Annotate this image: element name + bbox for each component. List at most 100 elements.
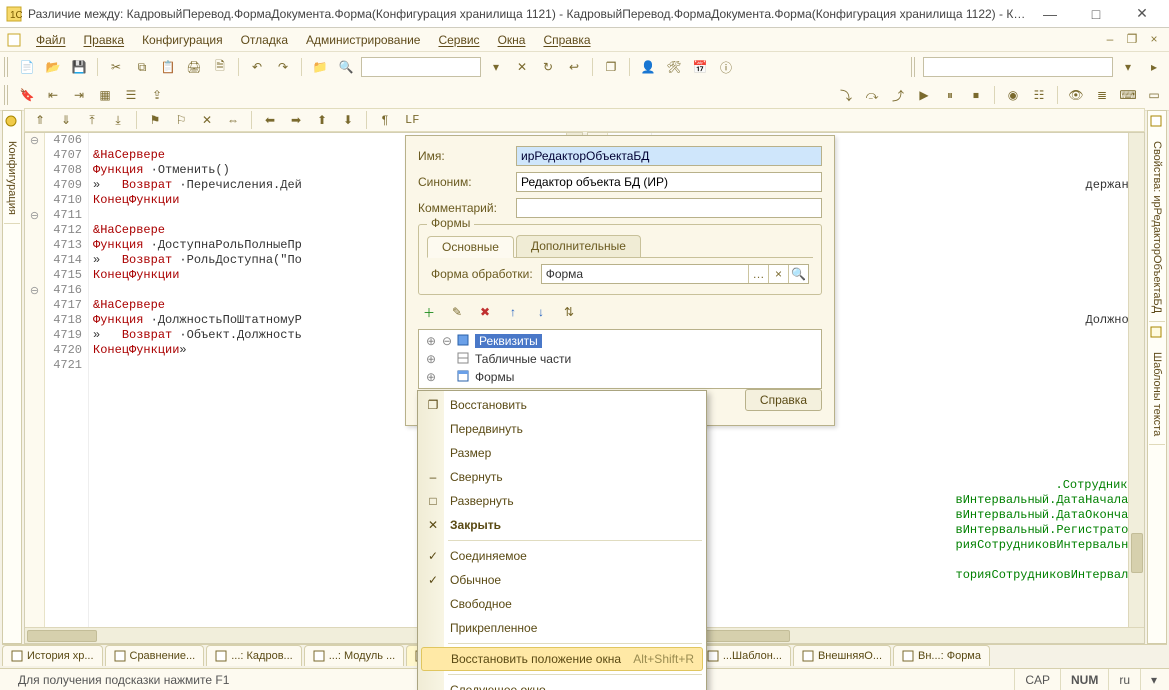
doc-tab[interactable]: ВнешняяО... <box>793 645 891 666</box>
window-minimize-button[interactable]: — <box>1027 0 1073 28</box>
refresh-icon[interactable]: ↻ <box>537 56 559 78</box>
undo-icon[interactable]: ↶ <box>246 56 268 78</box>
diff-prev-change-icon[interactable]: ⇑ <box>29 109 51 131</box>
run-icon[interactable]: ▶ <box>913 84 935 106</box>
ctx-item[interactable]: ✕Закрыть <box>420 513 704 537</box>
menu-file[interactable]: Файл <box>28 31 74 49</box>
add-item-icon[interactable]: ＋ <box>418 301 440 323</box>
doc-tab[interactable]: Вн...: Форма <box>893 645 990 666</box>
user-icon[interactable]: 👤 <box>637 56 659 78</box>
tree-icon[interactable]: ☰ <box>120 84 142 106</box>
flag-range-icon[interactable]: ⇔ <box>222 109 244 131</box>
redo-icon[interactable]: ↷ <box>272 56 294 78</box>
toolbar-grip-3[interactable] <box>4 85 10 105</box>
ctx-item[interactable]: ✓Соединяемое <box>420 544 704 568</box>
merge-right-icon[interactable]: ➡ <box>285 109 307 131</box>
comment-input[interactable] <box>516 198 822 218</box>
templates-vertical-tab[interactable]: Шаблоны текста <box>1149 344 1165 445</box>
tree-row-reqs[interactable]: ⊕⊖ Реквизиты <box>421 332 819 350</box>
breakpoint-icon[interactable]: ◉ <box>1002 84 1024 106</box>
menu-service[interactable]: Сервис <box>430 31 487 49</box>
structure-tree[interactable]: ⊕⊖ Реквизиты ⊕ Табличные части ⊕ Формы <box>418 329 822 389</box>
find-folder-icon[interactable]: 📁 <box>309 56 331 78</box>
doc-tab[interactable]: ...: Кадров... <box>206 645 301 666</box>
output-icon[interactable]: ▭ <box>1143 84 1165 106</box>
diff-last-icon[interactable]: ⤓ <box>107 109 129 131</box>
merge-up-icon[interactable]: ⬆ <box>311 109 333 131</box>
pause-icon[interactable]: ⏸ <box>939 84 961 106</box>
menu-windows[interactable]: Окна <box>490 31 534 49</box>
move-down-icon[interactable]: ↓ <box>530 301 552 323</box>
edit-item-icon[interactable]: ✎ <box>446 301 468 323</box>
name-input[interactable] <box>516 146 822 166</box>
flag-clear-icon[interactable]: ✕ <box>196 109 218 131</box>
ctx-item[interactable]: ❐Восстановить <box>420 393 704 417</box>
menu-debug[interactable]: Отладка <box>233 31 296 49</box>
open-icon[interactable]: 📂 <box>42 56 64 78</box>
watch-icon[interactable]: 👁 <box>1065 84 1087 106</box>
ctx-item[interactable]: Свободное <box>420 592 704 616</box>
combo-ellipsis-icon[interactable]: … <box>748 265 768 283</box>
search-icon[interactable]: 🔍 <box>335 56 357 78</box>
calendar-icon[interactable]: 📅 <box>689 56 711 78</box>
print-preview-icon[interactable]: 🗎 <box>209 56 231 78</box>
tab-main[interactable]: Основные <box>427 236 514 258</box>
goto-run-icon[interactable]: ▸ <box>1143 56 1165 78</box>
ctx-item[interactable]: ✓Обычное <box>420 568 704 592</box>
copy-icon[interactable]: ⧉ <box>131 56 153 78</box>
flag-end-icon[interactable]: ⚐ <box>170 109 192 131</box>
window-maximize-button[interactable]: □ <box>1073 0 1119 28</box>
save-icon[interactable]: 💾 <box>68 56 90 78</box>
right-vertical-scrollbar[interactable] <box>1128 133 1144 627</box>
mdi-minimize-icon[interactable]: – <box>1101 30 1119 48</box>
diff-first-icon[interactable]: ⤒ <box>81 109 103 131</box>
config-vertical-tab[interactable]: Конфигурация <box>4 133 20 224</box>
new-doc-icon[interactable]: 📄 <box>16 56 38 78</box>
doc-tab[interactable]: ...: Модуль ... <box>304 645 405 666</box>
stop-icon[interactable]: ⏹ <box>965 84 987 106</box>
whitespace-toggle-icon[interactable]: ¶ <box>374 109 396 131</box>
diff-next-change-icon[interactable]: ⇓ <box>55 109 77 131</box>
toolbar-grip[interactable] <box>4 57 10 77</box>
status-lang-dropdown-icon[interactable]: ▾ <box>1140 669 1161 690</box>
ctx-item[interactable]: Передвинуть <box>420 417 704 441</box>
move-up-icon[interactable]: ↑ <box>502 301 524 323</box>
tree-row-tabs[interactable]: ⊕ Табличные части <box>421 350 819 368</box>
properties-vertical-tab[interactable]: Свойства: ирРедакторОбъектаБД <box>1149 133 1165 322</box>
goto-dropdown-icon[interactable]: ▾ <box>1117 56 1139 78</box>
mdi-close-icon[interactable]: × <box>1145 30 1163 48</box>
menu-config[interactable]: Конфигурация <box>134 31 231 49</box>
doc-tab[interactable]: ...Шаблон... <box>698 645 791 666</box>
menu-help[interactable]: Справка <box>535 31 598 49</box>
search-input[interactable] <box>361 57 481 77</box>
goto-input[interactable] <box>923 57 1113 77</box>
delete-item-icon[interactable]: ✖ <box>474 301 496 323</box>
combo-clear-icon[interactable]: × <box>768 265 788 283</box>
breakpoints-list-icon[interactable]: ☷ <box>1028 84 1050 106</box>
tree-row-forms[interactable]: ⊕ Формы <box>421 368 819 386</box>
ctx-item[interactable]: Восстановить положение окнаAlt+Shift+R <box>421 647 703 671</box>
step-out-icon[interactable]: ⤴ <box>887 84 909 106</box>
step-over-icon[interactable]: ⤼ <box>861 84 883 106</box>
tools-icon[interactable]: 🛠 <box>663 56 685 78</box>
bookmark-next-icon[interactable]: ⇥ <box>68 84 90 106</box>
bookmark-set-icon[interactable]: 🔖 <box>16 84 38 106</box>
ctx-item[interactable]: Размер <box>420 441 704 465</box>
status-lang[interactable]: ru <box>1108 669 1140 690</box>
toolbar-grip-2[interactable] <box>911 57 917 77</box>
tab-extra[interactable]: Дополнительные <box>516 235 641 257</box>
merge-down-icon[interactable]: ⬇ <box>337 109 359 131</box>
synonym-input[interactable] <box>516 172 822 192</box>
step-into-icon[interactable]: ⤵ <box>835 84 857 106</box>
window-close-button[interactable]: ✕ <box>1119 0 1165 28</box>
sort-icon[interactable]: ⇅ <box>558 301 580 323</box>
bookmark-prev-icon[interactable]: ⇤ <box>42 84 64 106</box>
line-ending-indicator[interactable]: LF <box>400 109 424 131</box>
menu-edit[interactable]: Правка <box>76 31 133 49</box>
flag-start-icon[interactable]: ⚑ <box>144 109 166 131</box>
immediate-icon[interactable]: ⌨ <box>1117 84 1139 106</box>
mdi-restore-icon[interactable]: ❐ <box>1123 30 1141 48</box>
combo-lookup-icon[interactable]: 🔍 <box>788 265 808 283</box>
menu-admin[interactable]: Администрирование <box>298 31 428 49</box>
paste-icon[interactable]: 📋 <box>157 56 179 78</box>
